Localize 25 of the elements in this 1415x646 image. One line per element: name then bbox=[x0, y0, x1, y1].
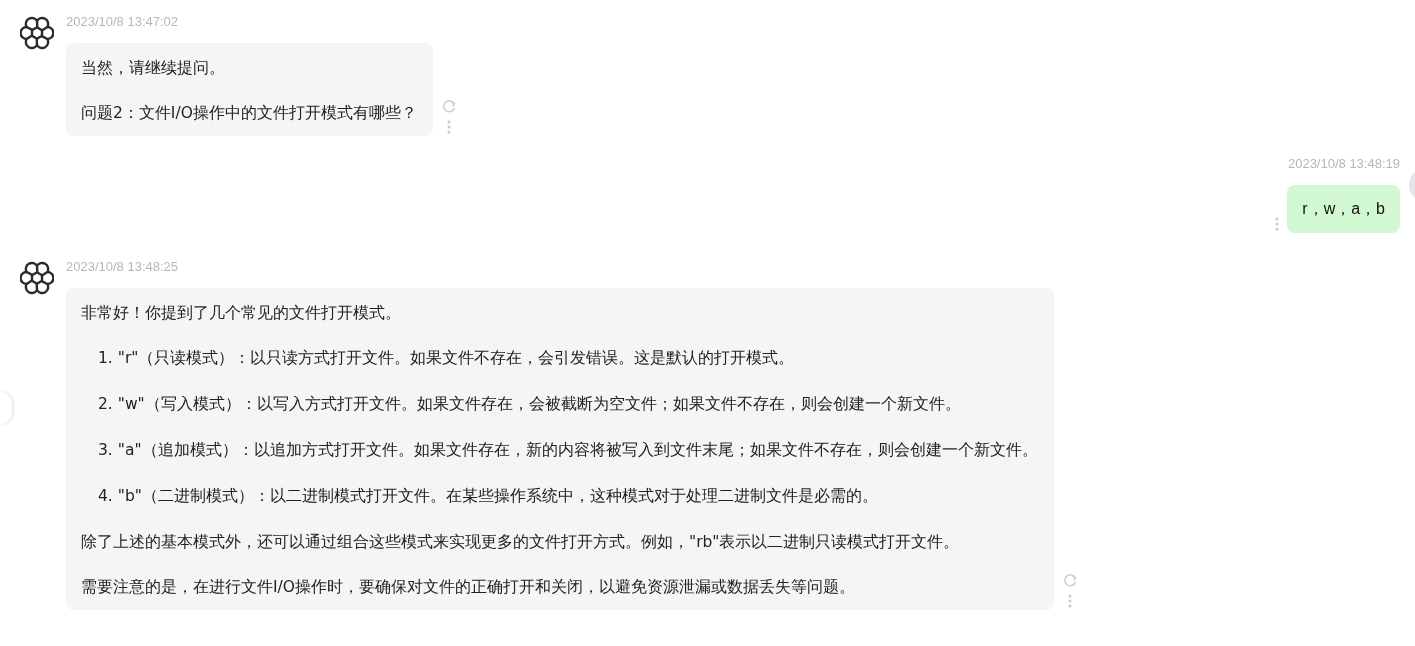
list-number: 2. bbox=[98, 394, 113, 415]
list-item-text: "w"（写入模式）：以写入方式打开文件。如果文件存在，会被截断为空文件；如果文件不存在，则会创建一个新文件。 bbox=[117, 394, 961, 415]
list-item-text: "a"（追加模式）：以追加方式打开文件。如果文件存在，新的内容将被写入到文件末尾；如果文件不存在，则会创建一个新文件。 bbox=[117, 440, 1038, 461]
list-number: 3. bbox=[98, 440, 113, 461]
regenerate-icon[interactable] bbox=[1061, 572, 1078, 588]
message-time: 2023/10/8 13:47:02 bbox=[66, 14, 180, 30]
logo-icon bbox=[20, 16, 54, 50]
logo-icon bbox=[20, 261, 54, 295]
list-item-text: "b"（二进制模式）：以二进制模式打开文件。在某些操作系统中，这种模式对于处理二进制文件是必需的。 bbox=[117, 486, 878, 507]
message-text: 除了上述的基本模式外，还可以通过组合这些模式来实现更多的文件打开方式。例如，"rb"表示以二进制只读模式打开文件。 bbox=[81, 532, 961, 553]
message-text: r，w，a，b bbox=[1302, 199, 1385, 219]
message-time: 2023/10/8 13:48:25 bbox=[66, 259, 180, 275]
more-icon[interactable] bbox=[1067, 594, 1072, 608]
message-text: 当然，请继续提问。 bbox=[81, 58, 226, 79]
more-icon[interactable] bbox=[446, 120, 451, 134]
list-number: 1. bbox=[98, 348, 113, 369]
message-text: 问题2：文件I/O操作中的文件打开模式有哪些？ bbox=[81, 103, 417, 124]
more-icon[interactable] bbox=[1275, 217, 1280, 231]
regenerate-icon[interactable] bbox=[440, 98, 457, 114]
list-number: 4. bbox=[98, 486, 113, 507]
message-text: 需要注意的是，在进行文件I/O操作时，要确保对文件的正确打开和关闭，以避免资源泄漏或数据丢失等问题。 bbox=[81, 577, 856, 598]
side-button[interactable] bbox=[0, 392, 12, 424]
message-text: 非常好！你提到了几个常见的文件打开模式。 bbox=[81, 303, 402, 324]
list-item-text: "r"（只读模式）：以只读方式打开文件。如果文件不存在，会引发错误。这是默认的打开模式。 bbox=[117, 348, 795, 369]
message-time: 2023/10/8 13:48:19 bbox=[1287, 156, 1400, 172]
